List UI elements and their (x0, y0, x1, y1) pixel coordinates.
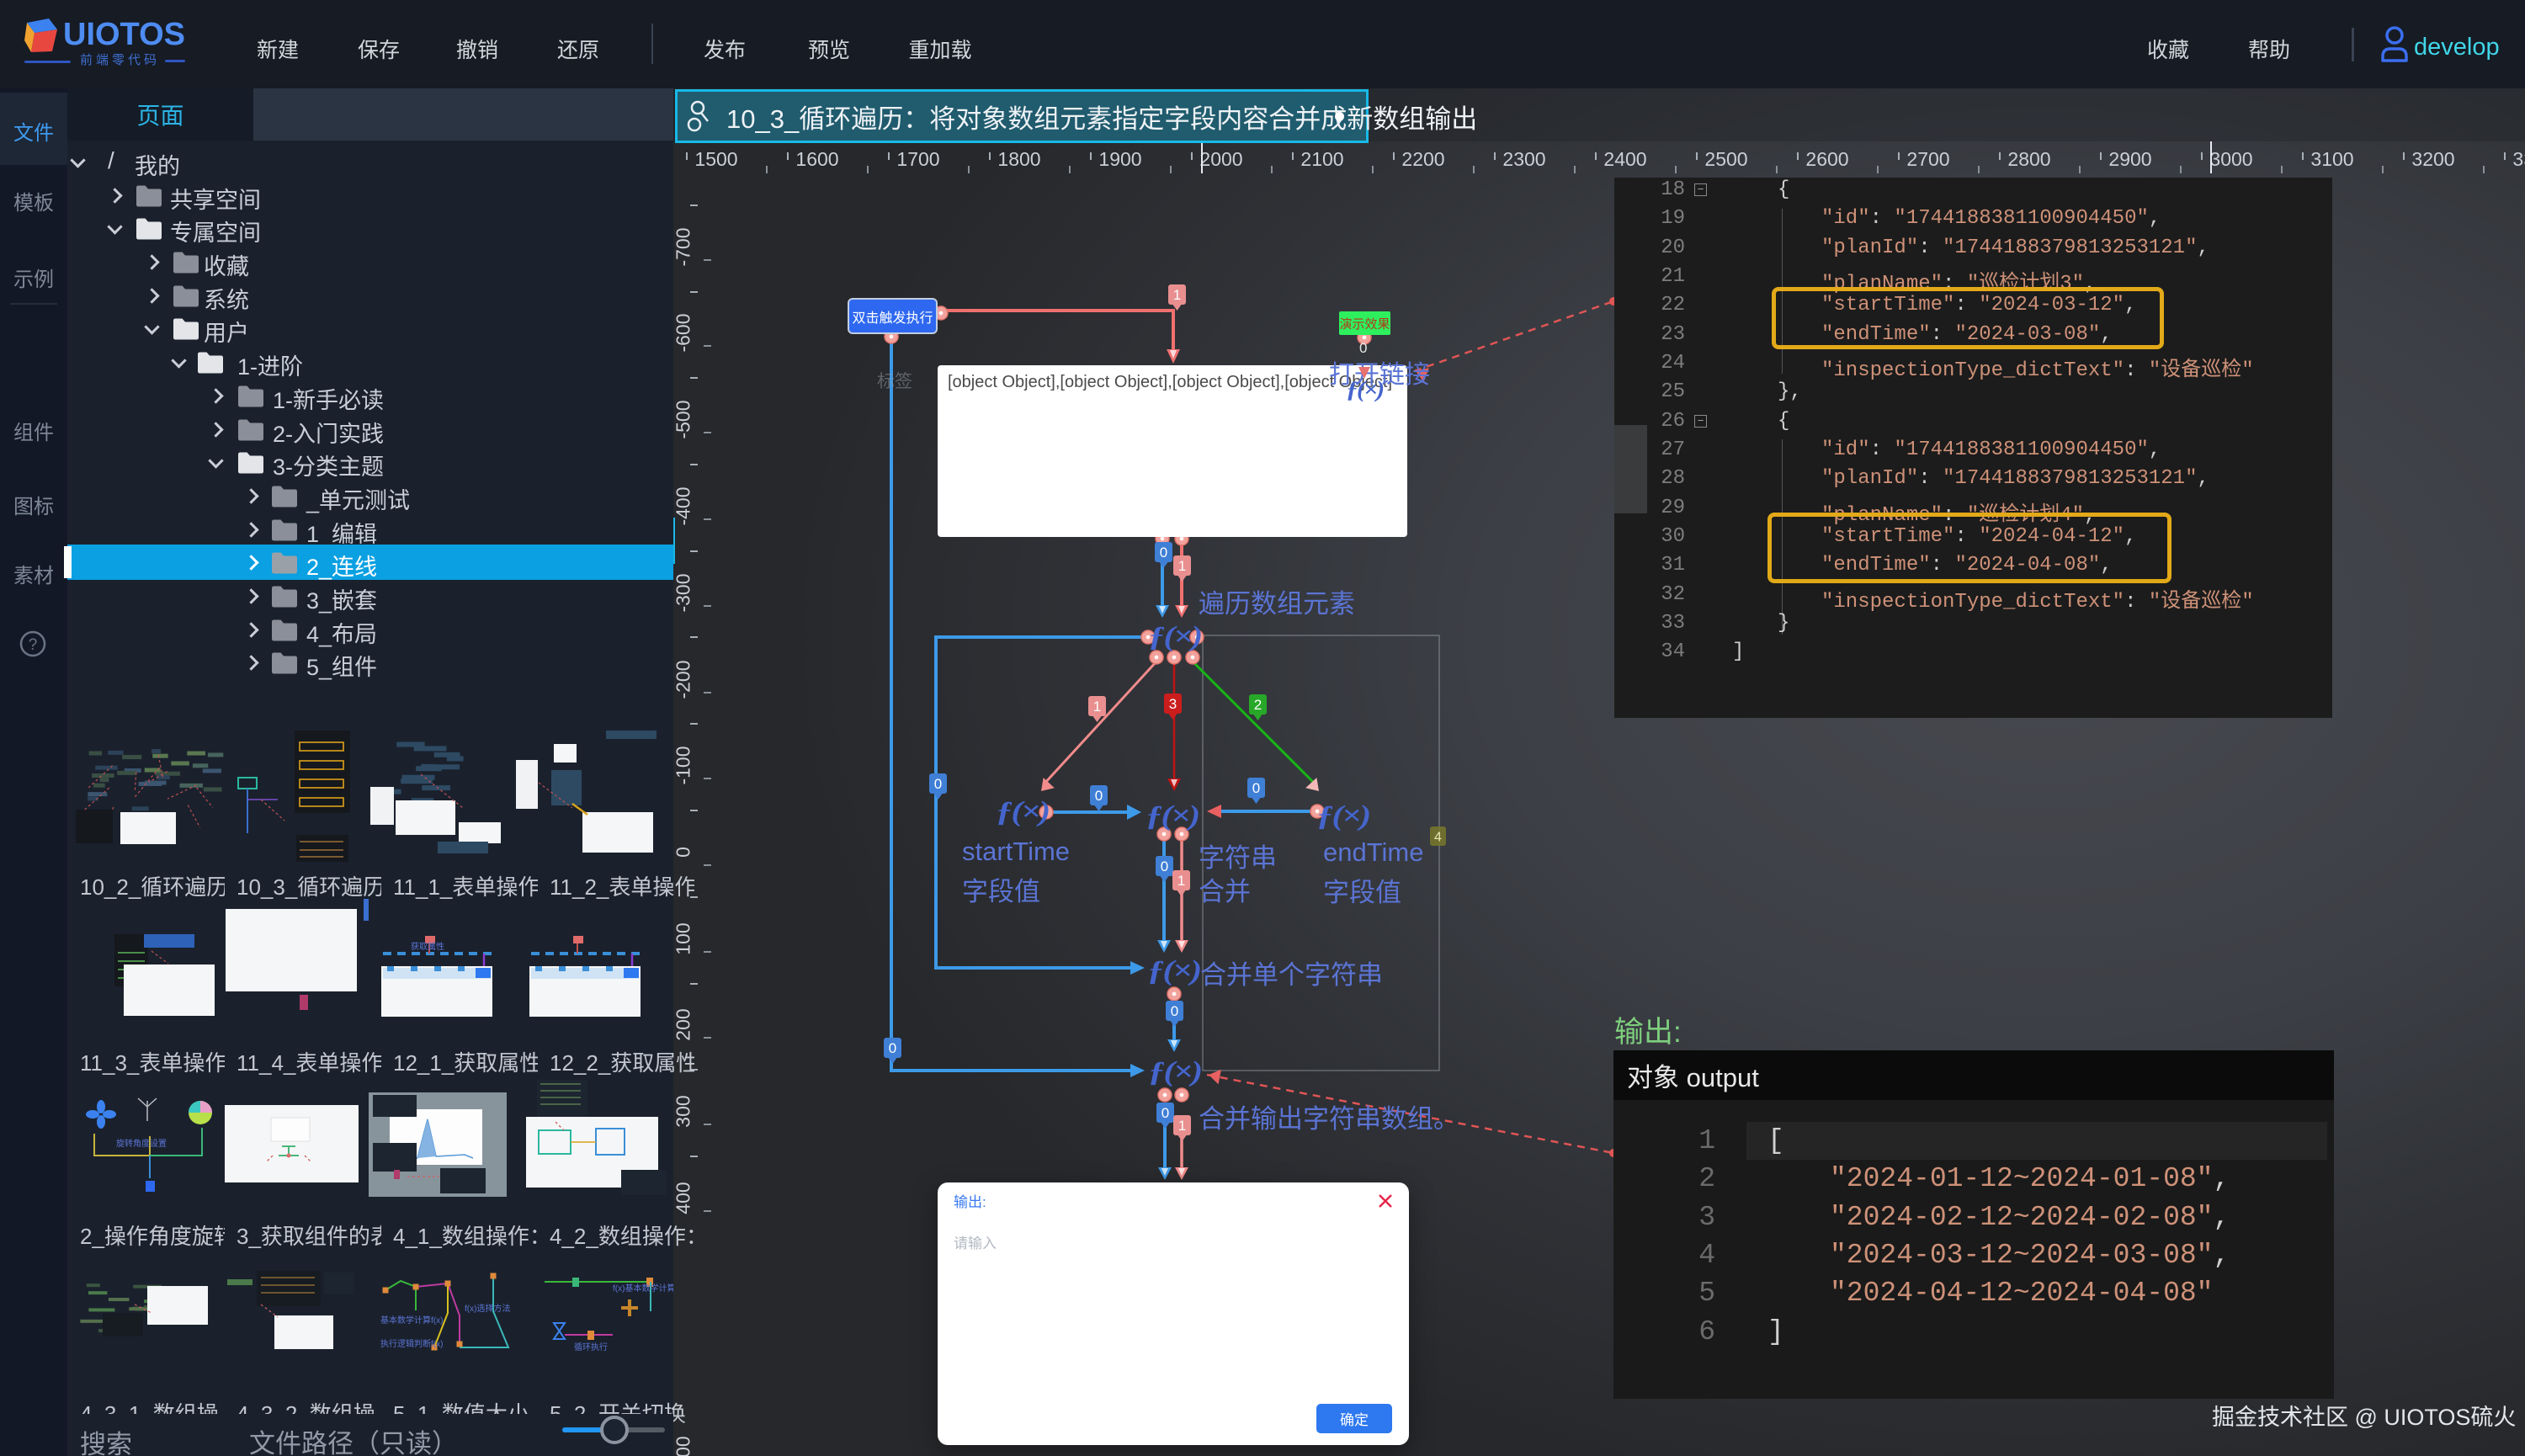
svg-text:0: 0 (934, 776, 942, 792)
svg-text:0: 0 (1160, 545, 1167, 561)
svg-text:1: 1 (1178, 558, 1186, 574)
svg-text:1: 1 (1178, 1118, 1186, 1134)
svg-text:2: 2 (1254, 697, 1262, 713)
svg-text:f(x)基本数学计算: f(x)基本数学计算 (613, 1283, 673, 1294)
svg-text:?: ? (29, 636, 38, 654)
svg-text:4: 4 (1434, 831, 1442, 845)
svg-text:0: 0 (1171, 1003, 1178, 1019)
svg-text:1: 1 (1173, 287, 1181, 303)
svg-text:3: 3 (1169, 696, 1177, 712)
svg-text:0: 0 (889, 1040, 896, 1056)
svg-text:基本数学计算f(x): 基本数学计算f(x) (380, 1315, 443, 1326)
svg-text:旋转角度设置: 旋转角度设置 (116, 1138, 167, 1149)
svg-text:循环执行: 循环执行 (574, 1342, 608, 1352)
svg-text:1: 1 (1177, 873, 1185, 889)
svg-text:1: 1 (1093, 699, 1101, 715)
svg-text:0: 0 (1162, 1105, 1169, 1121)
svg-text:0: 0 (1252, 780, 1260, 796)
svg-text:f(x)选择方法: f(x)选择方法 (465, 1303, 510, 1314)
svg-text:执行逻辑判断f(x): 执行逻辑判断f(x) (380, 1338, 443, 1349)
svg-text:获取属性: 获取属性 (411, 941, 444, 952)
svg-text:0: 0 (1161, 858, 1168, 874)
svg-text:0: 0 (1095, 788, 1103, 804)
